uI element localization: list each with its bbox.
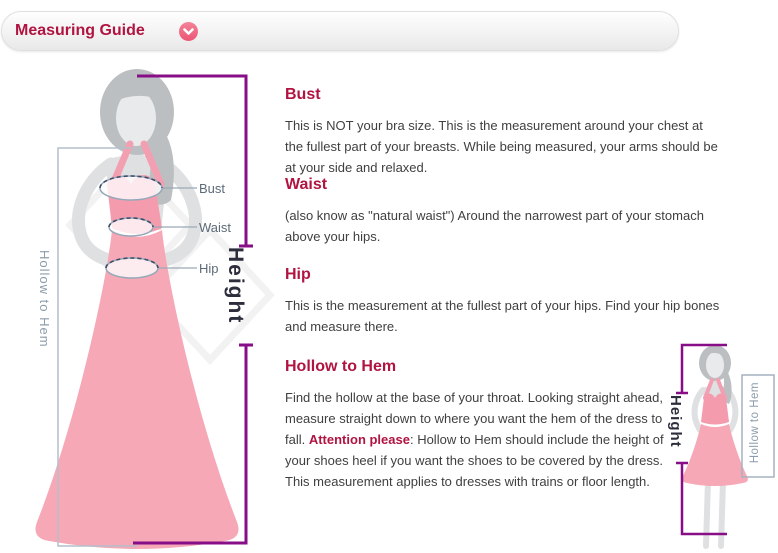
section-bust: Bust This is NOT your bra size. This is … [285,86,721,178]
hip-description: This is the measurement at the fullest p… [285,295,721,337]
height-label-small: Height [667,395,684,448]
measuring-guide-page: Measuring Guide [0,0,778,553]
section-hip: Hip This is the measurement at the fulle… [285,266,721,337]
hip-heading: Hip [285,266,721,284]
hollow-to-hem-label-small: Hollow to Hem [749,382,761,463]
chevron-down-icon[interactable] [179,22,198,41]
section-hollow-to-hem: Hollow to Hem Find the hollow at the bas… [285,358,667,492]
bust-measure-label: Bust [199,181,225,196]
attention-please-label: Attention please [309,432,410,447]
hollow-to-hem-heading: Hollow to Hem [285,358,667,376]
waist-heading: Waist [285,176,721,194]
hollow-to-hem-label-main: Hollow to Hem [37,250,52,348]
waist-measure-label: Waist [199,220,231,235]
waist-description: (also know as "natural waist") Around th… [285,205,721,247]
hip-measure-label: Hip [199,261,219,276]
measuring-guide-header[interactable]: Measuring Guide [1,11,679,51]
bust-heading: Bust [285,86,721,104]
hollow-to-hem-description: Find the hollow at the base of your thro… [285,387,667,492]
page-title: Measuring Guide [15,22,145,40]
dress-gown [36,144,239,549]
section-waist: Waist (also know as "natural waist") Aro… [285,176,721,247]
bust-description: This is NOT your bra size. This is the m… [285,115,721,178]
height-label-main: Height [223,247,247,324]
